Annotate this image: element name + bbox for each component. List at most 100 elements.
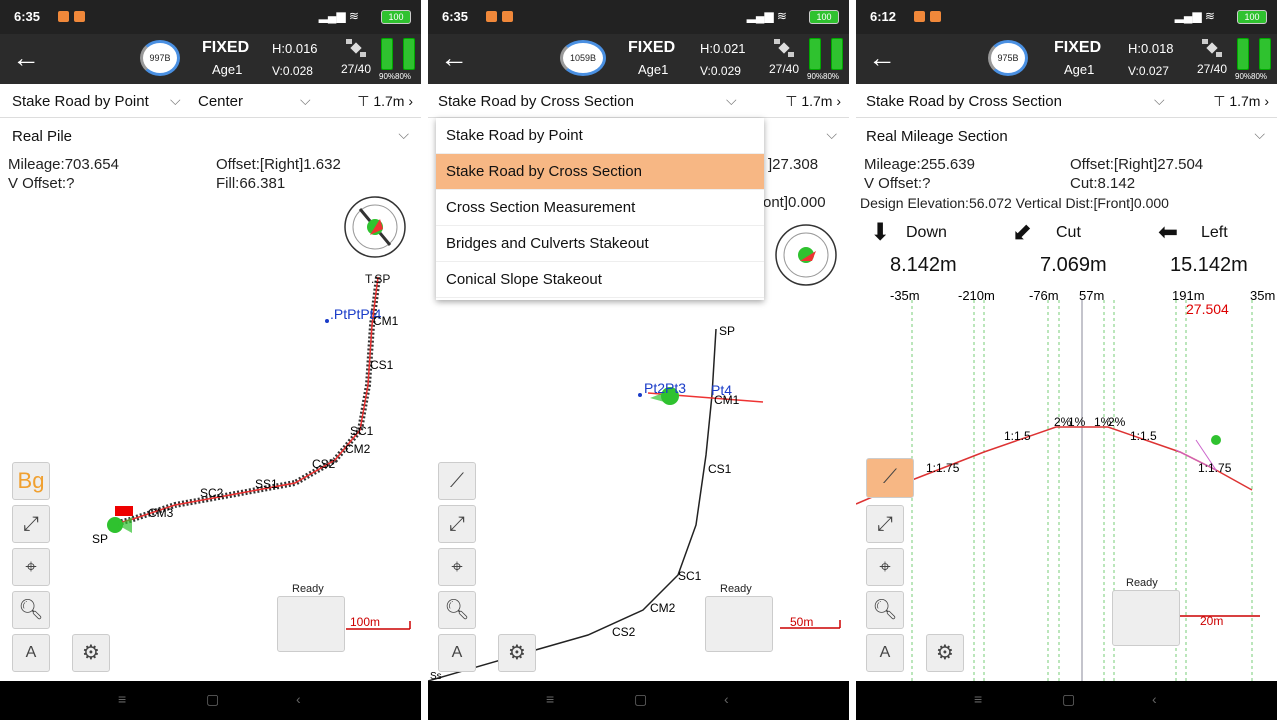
zoom-search-icon[interactable]: 🔍︎ — [866, 591, 904, 629]
mode-row: Stake Road by Cross Section ⌵ ⊤ 1.7m › — [428, 86, 849, 118]
satellite-count: 27/40 — [341, 62, 372, 76]
stake-point-icon[interactable]: ⌖ — [438, 548, 476, 586]
down-value: 8.142m — [890, 254, 957, 276]
pile-row[interactable]: Real Pile ⌵ — [0, 120, 421, 152]
satellite-icon[interactable] — [1201, 38, 1223, 58]
mileage-section-select[interactable]: Real Mileage Section — [866, 128, 1008, 145]
center-select[interactable]: Center — [198, 93, 243, 110]
menu-icon[interactable]: ≡ — [974, 691, 982, 707]
settings-gear-icon[interactable]: ⚙ — [72, 634, 110, 672]
back-icon[interactable]: ‹ — [724, 691, 729, 707]
compass-icon[interactable] — [344, 196, 406, 258]
axis-tick: -210m — [958, 288, 995, 303]
fix-status: FIXED — [202, 39, 250, 56]
mode-select[interactable]: Stake Road by Cross Section — [438, 93, 634, 110]
chevron-down-icon[interactable]: ⌵ — [726, 92, 737, 109]
device-battery-icon: 90%80% — [379, 38, 419, 84]
chevron-down-icon[interactable]: ⌵ — [398, 126, 409, 143]
chevron-down-icon[interactable]: ⌵ — [170, 92, 181, 109]
menu-item-cross-section-measurement[interactable]: Cross Section Measurement — [436, 190, 764, 226]
chevron-down-icon[interactable]: ⌵ — [300, 92, 311, 109]
stake-point-icon[interactable]: ⌖ — [12, 548, 50, 586]
chevron-down-icon[interactable]: ⌵ — [1254, 126, 1265, 143]
stakeout-button[interactable] — [705, 596, 773, 652]
label-cs1: CS1 — [370, 358, 394, 372]
satellite-icon[interactable] — [773, 38, 795, 58]
section-profile-icon[interactable]: ⟋ — [438, 462, 476, 500]
left-label: Left — [1201, 224, 1228, 241]
home-icon[interactable]: ▢ — [206, 691, 219, 708]
antenna-height-icon: ⊤ — [1213, 93, 1226, 109]
status-bar: 6:12 ▂▄▆ ≋ 100 — [856, 0, 1277, 34]
background-button[interactable]: Bg — [12, 462, 50, 500]
antenna-height[interactable]: ⊤ 1.7m › — [357, 93, 413, 110]
fit-extent-icon[interactable]: ⤢ — [438, 505, 476, 543]
pile-row[interactable]: Real Mileage Section ⌵ — [856, 120, 1277, 152]
cut-value: 7.069m — [1040, 254, 1107, 276]
gauge-icon[interactable]: 975B — [988, 40, 1028, 76]
map-canvas[interactable]: T.SP .PtPtPt4 CM1 CS1 SC1 CM2 CS2 SS1 SC… — [0, 195, 421, 681]
mode-select[interactable]: Stake Road by Cross Section — [866, 93, 1062, 110]
pile-select[interactable]: Real Pile — [12, 128, 72, 145]
signal-wifi-icon: ▂▄▆ ≋ — [318, 9, 359, 23]
satellite-icon[interactable] — [345, 38, 367, 58]
menu-item-conical-slope[interactable]: Conical Slope Stakeout — [436, 262, 764, 298]
label-toggle-icon[interactable]: A — [866, 634, 904, 672]
home-icon[interactable]: ▢ — [634, 691, 647, 708]
v-precision: V:0.027 — [1128, 64, 1169, 78]
menu-item-stake-by-point[interactable]: Stake Road by Point — [436, 118, 764, 154]
menu-item-stake-by-cross-section[interactable]: Stake Road by Cross Section — [436, 154, 764, 190]
axis-tick: 35m — [1250, 288, 1275, 303]
label-cs2: CS2 — [612, 625, 636, 639]
v-offset: V Offset:? — [864, 175, 931, 192]
axis-tick: -35m — [890, 288, 920, 303]
back-icon[interactable]: ‹ — [296, 691, 301, 707]
label-toggle-icon[interactable]: A — [438, 634, 476, 672]
chevron-down-icon[interactable]: ⌵ — [1154, 92, 1165, 109]
fit-extent-icon[interactable]: ⤢ — [866, 505, 904, 543]
menu-icon[interactable]: ≡ — [546, 691, 554, 707]
panel-mode-menu: 6:35 ▂▄▆ ≋ 100 ← 1059B FIXED Age1 H:0.02… — [428, 0, 849, 720]
back-arrow-icon[interactable]: ← — [868, 44, 896, 72]
compass-icon[interactable] — [775, 224, 837, 286]
home-icon[interactable]: ▢ — [1062, 691, 1075, 708]
ready-label: Ready — [292, 583, 324, 595]
slope-label: 1:1.5 — [1004, 429, 1031, 443]
label-cm2: CM2 — [650, 601, 676, 615]
menu-item-bridges-culverts[interactable]: Bridges and Culverts Stakeout — [436, 226, 764, 262]
back-icon[interactable]: ‹ — [1152, 691, 1157, 707]
chevron-down-icon[interactable]: ⌵ — [826, 126, 837, 143]
v-offset: V Offset:? — [8, 175, 75, 192]
antenna-height[interactable]: ⊤ 1.7m › — [785, 93, 841, 110]
scale-bar: 50m — [790, 615, 814, 629]
menu-icon[interactable]: ≡ — [118, 691, 126, 707]
gauge-icon[interactable]: 997B — [140, 40, 180, 76]
settings-gear-icon[interactable]: ⚙ — [926, 634, 964, 672]
section-profile-icon[interactable]: ⟋ — [866, 458, 914, 498]
cut-label: Cut — [1056, 224, 1081, 241]
settings-gear-icon[interactable]: ⚙ — [498, 634, 536, 672]
gauge-icon[interactable]: 1059B — [560, 40, 606, 76]
android-navbar: ≡ ▢ ‹ — [428, 681, 849, 720]
stakeout-button[interactable] — [1112, 590, 1180, 646]
stake-point-icon[interactable]: ⌖ — [866, 548, 904, 586]
back-arrow-icon[interactable]: ← — [440, 44, 468, 72]
down-arrow-icon: ⬇ — [870, 219, 891, 246]
cut-arrow-icon: ⬋ — [1012, 219, 1033, 246]
left-arrow-icon: ⬅ — [1158, 219, 1179, 246]
slope-label: 1:1.5 — [1130, 429, 1157, 443]
fill: Fill:66.381 — [216, 175, 286, 192]
label-toggle-icon[interactable]: A — [12, 634, 50, 672]
slope-label: 1% — [1068, 415, 1086, 429]
back-arrow-icon[interactable]: ← — [12, 44, 40, 72]
zoom-search-icon[interactable]: 🔍︎ — [12, 591, 50, 629]
antenna-height[interactable]: ⊤ 1.7m › — [1213, 93, 1269, 110]
battery-icon: 100 — [381, 10, 411, 24]
fit-extent-icon[interactable]: ⤢ — [12, 505, 50, 543]
v-precision: V:0.028 — [272, 64, 313, 78]
mode-select[interactable]: Stake Road by Point — [12, 93, 149, 110]
stakeout-button[interactable] — [277, 596, 345, 652]
h-precision: H:0.018 — [1128, 41, 1174, 56]
zoom-search-icon[interactable]: 🔍︎ — [438, 591, 476, 629]
offset: Offset:[Right]27.504 — [1070, 156, 1204, 173]
